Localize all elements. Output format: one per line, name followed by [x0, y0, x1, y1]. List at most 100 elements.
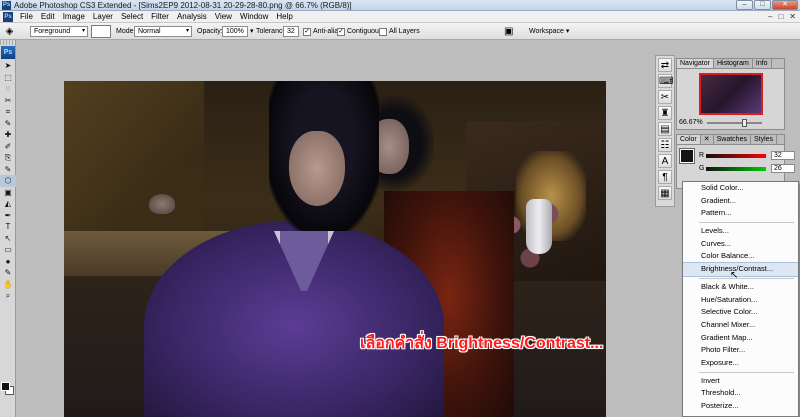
brushes-icon[interactable]: ⌨: [658, 74, 673, 88]
actions-icon[interactable]: ♜: [658, 106, 672, 120]
menu-view[interactable]: View: [211, 12, 236, 21]
menu-filter[interactable]: Filter: [147, 12, 173, 21]
green-value-input[interactable]: 26: [771, 164, 795, 173]
menu-item-selective-color[interactable]: Selective Color...: [683, 306, 798, 319]
doc-minimize-button[interactable]: –: [768, 12, 772, 21]
navigator-zoom-value[interactable]: 66.67%: [679, 119, 703, 126]
paint-bucket-tool-icon[interactable]: ⬡: [0, 175, 16, 187]
fill-source-value: Foreground: [34, 28, 71, 35]
dodge-tool-icon[interactable]: ◭: [0, 198, 16, 210]
workspace-button[interactable]: Workspace ▾: [529, 26, 569, 37]
contiguous-checkbox[interactable]: ✓: [337, 28, 345, 36]
history-brush-icon[interactable]: ⎘: [0, 152, 16, 164]
red-value-input[interactable]: 32: [771, 151, 795, 160]
menu-item-solid-color[interactable]: Solid Color...: [683, 182, 798, 195]
zoom-tool-icon[interactable]: ⌕: [0, 290, 16, 302]
eyedropper-tool-icon[interactable]: ✎: [0, 267, 16, 279]
notes-tool-icon[interactable]: ●: [0, 256, 16, 268]
all-layers-label: All Layers: [389, 28, 420, 35]
menu-item-photo-filter[interactable]: Photo Filter...: [683, 344, 798, 357]
menu-item-pattern[interactable]: Pattern...: [683, 207, 798, 220]
menu-file[interactable]: File: [16, 12, 37, 21]
menu-item-black-white[interactable]: Black & White...: [683, 281, 798, 294]
panel-grip[interactable]: [0, 40, 15, 45]
menu-help[interactable]: Help: [272, 12, 296, 21]
tab-info[interactable]: Info: [753, 59, 772, 68]
history-icon[interactable]: ▤: [658, 122, 672, 136]
eraser-tool-icon[interactable]: ✎: [0, 164, 16, 176]
paint-bucket-icon[interactable]: ◈: [3, 25, 16, 38]
navigator-thumbnail[interactable]: [699, 73, 763, 115]
menu-image[interactable]: Image: [59, 12, 89, 21]
doc-restore-button[interactable]: □: [778, 12, 783, 21]
zoom-slider[interactable]: [707, 119, 762, 127]
zoom-slider-handle[interactable]: [742, 119, 747, 127]
fill-source-select[interactable]: Foreground ▾: [30, 26, 88, 37]
menu-select[interactable]: Select: [117, 12, 147, 21]
layer-comps-icon[interactable]: ☷: [658, 138, 672, 152]
pattern-picker[interactable]: [91, 25, 111, 38]
menu-edit[interactable]: Edit: [37, 12, 59, 21]
menu-item-invert[interactable]: Invert: [683, 375, 798, 388]
marquee-tool-icon[interactable]: ⬚: [0, 72, 16, 84]
stamp-tool-icon[interactable]: ✐: [0, 141, 16, 153]
red-slider[interactable]: [706, 154, 766, 158]
menu-item-threshold[interactable]: Threshold...: [683, 387, 798, 400]
maximize-button[interactable]: □: [754, 0, 771, 10]
menu-item-levels[interactable]: Levels...: [683, 225, 798, 238]
color-panel-fg-swatch[interactable]: [679, 148, 695, 164]
menu-layer[interactable]: Layer: [89, 12, 117, 21]
tab-histogram[interactable]: Histogram: [714, 59, 753, 68]
menu-item-brightness-contrast[interactable]: Brightness/Contrast...: [683, 262, 798, 277]
foreground-color-swatch[interactable]: [1, 382, 10, 391]
menu-item-channel-mixer[interactable]: Channel Mixer...: [683, 319, 798, 332]
menu-item-gradient-map[interactable]: Gradient Map...: [683, 332, 798, 345]
layers-icon[interactable]: ▦: [658, 186, 672, 200]
healing-tool-icon[interactable]: ✎: [0, 118, 16, 130]
paragraph-icon[interactable]: ¶: [658, 170, 672, 184]
shape-tool-icon[interactable]: ▭: [0, 244, 16, 256]
close-button[interactable]: ✕: [772, 0, 798, 10]
tolerance-input[interactable]: 32: [283, 26, 299, 37]
tab-color[interactable]: Color: [677, 135, 701, 144]
opacity-input[interactable]: 100%: [222, 26, 248, 37]
menu-analysis[interactable]: Analysis: [173, 12, 211, 21]
palette-well-icon[interactable]: ▣: [504, 26, 513, 37]
menu-item-hue-saturation[interactable]: Hue/Saturation...: [683, 294, 798, 307]
tab-navigator[interactable]: Navigator: [677, 59, 714, 68]
tab-styles[interactable]: Styles: [751, 135, 778, 144]
tab-swatches[interactable]: Swatches: [714, 135, 751, 144]
crop-tool-icon[interactable]: ✂: [0, 95, 16, 107]
menu-item-color-balance[interactable]: Color Balance...: [683, 250, 798, 263]
move-tool-icon[interactable]: ➤: [0, 60, 16, 72]
mode-label: Mode:: [116, 28, 136, 35]
mode-select[interactable]: Normal ▾: [134, 26, 192, 37]
tool-presets-icon[interactable]: ⇄: [658, 58, 672, 72]
green-slider[interactable]: [706, 167, 766, 171]
document-image[interactable]: [64, 81, 606, 417]
image-region: [149, 194, 175, 214]
ps-menu-icon[interactable]: Ps: [3, 11, 13, 22]
clone-source-icon[interactable]: ✂: [658, 90, 672, 104]
antialias-checkbox[interactable]: ✓: [303, 28, 311, 36]
opacity-arrow[interactable]: ▾: [250, 26, 254, 37]
character-icon[interactable]: A: [658, 154, 672, 168]
photoshop-logo: Ps: [1, 46, 15, 59]
type-tool-icon[interactable]: T: [0, 221, 16, 233]
blur-tool-icon[interactable]: ▣: [0, 187, 16, 199]
menu-item-gradient[interactable]: Gradient...: [683, 195, 798, 208]
doc-close-button[interactable]: ✕: [789, 12, 796, 21]
menu-window[interactable]: Window: [236, 12, 272, 21]
menu-item-exposure[interactable]: Exposure...: [683, 357, 798, 370]
tab-close-icon[interactable]: ✕: [701, 135, 714, 144]
pen-tool-icon[interactable]: ✒: [0, 210, 16, 222]
brush-tool-icon[interactable]: ✚: [0, 129, 16, 141]
minimize-button[interactable]: –: [736, 0, 753, 10]
path-selection-icon[interactable]: ↖: [0, 233, 16, 245]
menu-item-posterize[interactable]: Posterize...: [683, 400, 798, 413]
slice-tool-icon[interactable]: ⌗: [0, 106, 16, 118]
hand-tool-icon[interactable]: ✋: [0, 279, 16, 291]
lasso-tool-icon[interactable]: ◌: [0, 83, 16, 95]
all-layers-checkbox[interactable]: [379, 28, 387, 36]
menu-item-curves[interactable]: Curves...: [683, 238, 798, 251]
